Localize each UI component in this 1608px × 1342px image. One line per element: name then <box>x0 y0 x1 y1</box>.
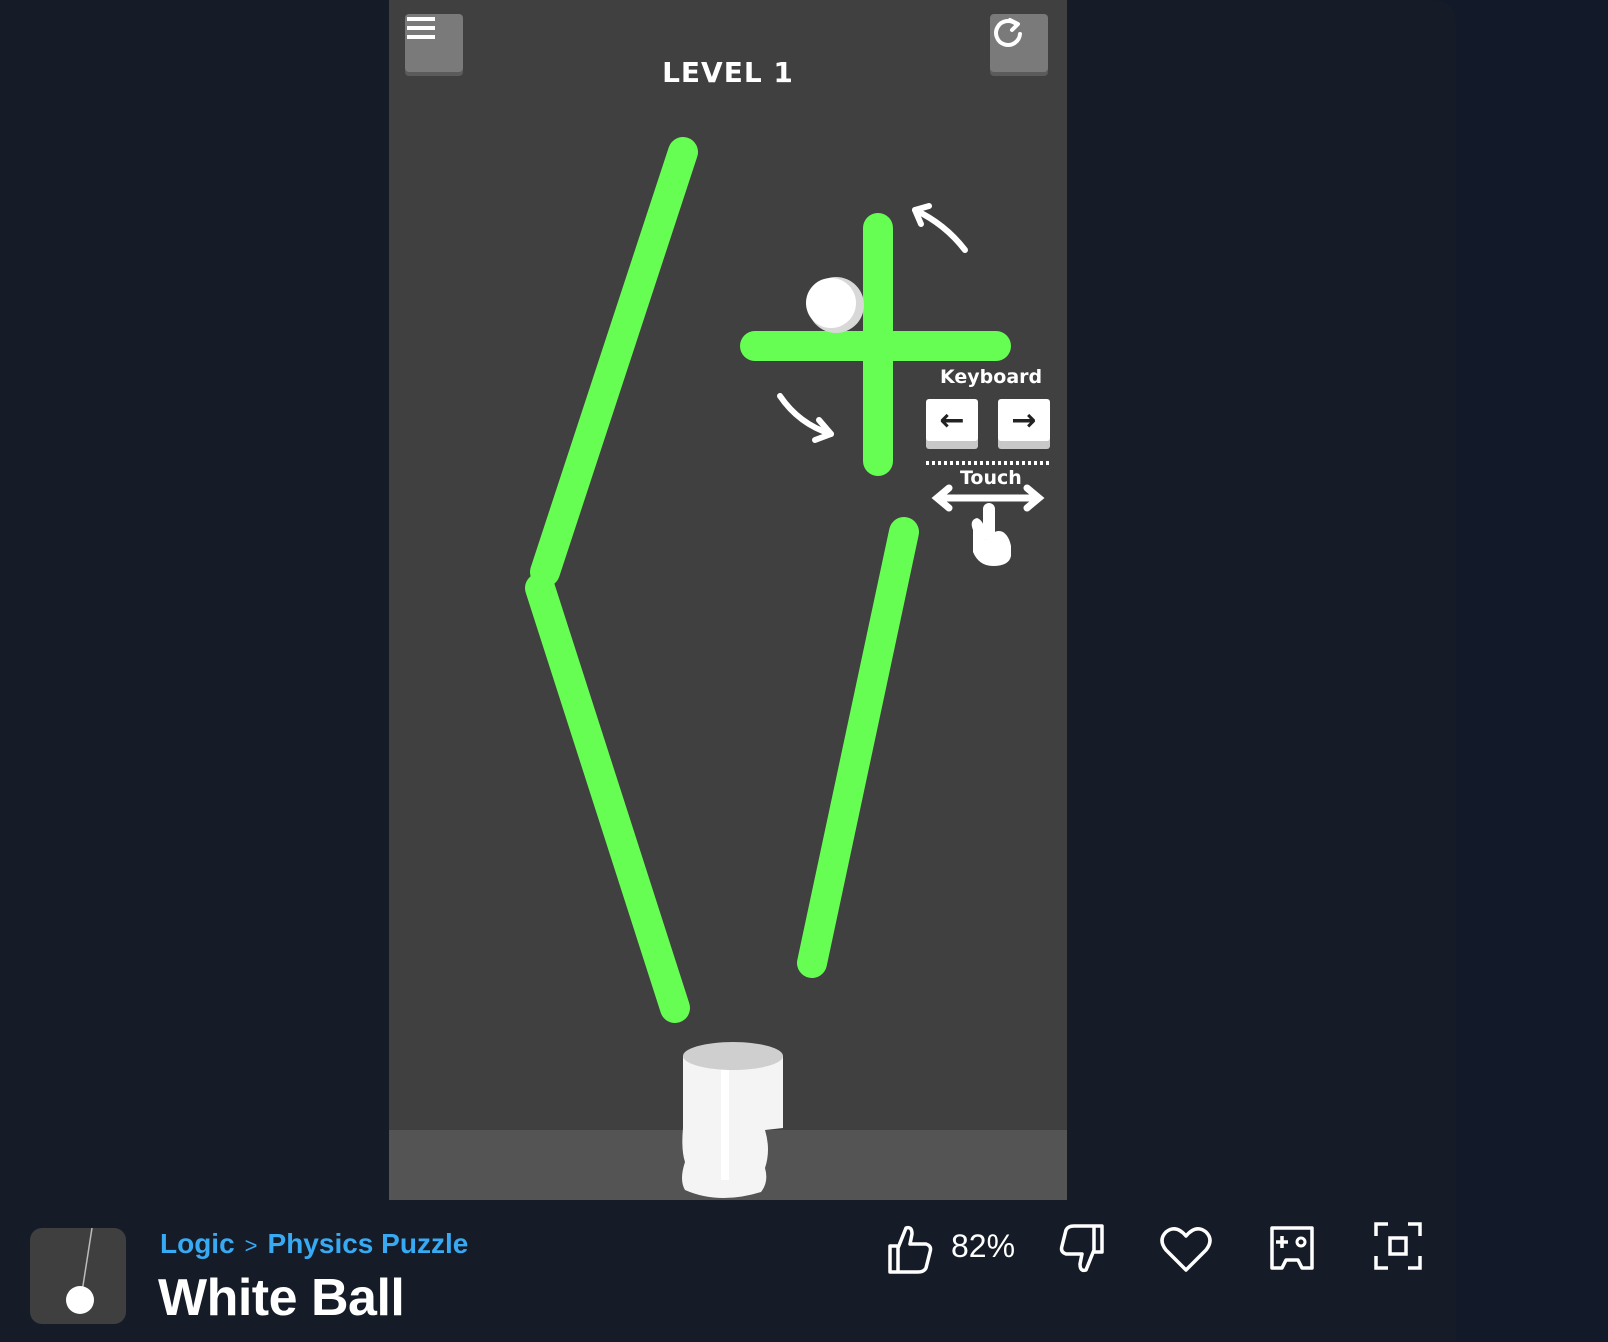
game-canvas[interactable]: LEVEL 1 <box>389 0 1067 1200</box>
hamburger-menu-icon <box>407 17 435 39</box>
gamepad-add-icon <box>1270 1226 1314 1270</box>
breadcrumb-subcategory-link[interactable]: Physics Puzzle <box>268 1228 469 1259</box>
restart-icon <box>994 18 1022 47</box>
add-to-playlist-button[interactable] <box>1268 1222 1316 1278</box>
favorite-button[interactable] <box>1160 1226 1212 1278</box>
fullscreen-icon <box>1374 1222 1422 1270</box>
breadcrumb-separator: > <box>244 1233 258 1258</box>
bar-upper-left <box>530 137 698 587</box>
breadcrumb: Logic > Physics Puzzle <box>160 1228 468 1260</box>
bar-lower-left <box>525 573 690 1023</box>
like-percentage: 82% <box>951 1228 1016 1264</box>
like-button[interactable] <box>884 1222 934 1280</box>
game-thumbnail <box>30 1228 126 1324</box>
thumbs-up-icon <box>888 1225 933 1274</box>
keyboard-hint-label: Keyboard <box>940 366 1043 388</box>
hint-divider <box>926 461 1050 465</box>
heart-icon <box>1160 1227 1212 1272</box>
breadcrumb-category-link[interactable]: Logic <box>160 1228 235 1259</box>
white-ball <box>806 277 864 333</box>
hand-pointer-icon <box>971 503 1011 566</box>
fullscreen-button[interactable] <box>1374 1222 1422 1274</box>
thumbs-down-icon <box>1059 1224 1104 1273</box>
bar-right <box>797 517 919 978</box>
dislike-button[interactable] <box>1058 1222 1108 1280</box>
right-arrow-key: → <box>998 399 1050 441</box>
game-scene <box>389 137 1067 1200</box>
game-title: White Ball <box>158 1269 405 1327</box>
touch-hint-label: Touch <box>960 467 1022 489</box>
level-title: LEVEL 1 <box>662 56 794 89</box>
arrow-up-left-icon <box>912 207 968 253</box>
left-arrow-key: ← <box>926 399 978 441</box>
